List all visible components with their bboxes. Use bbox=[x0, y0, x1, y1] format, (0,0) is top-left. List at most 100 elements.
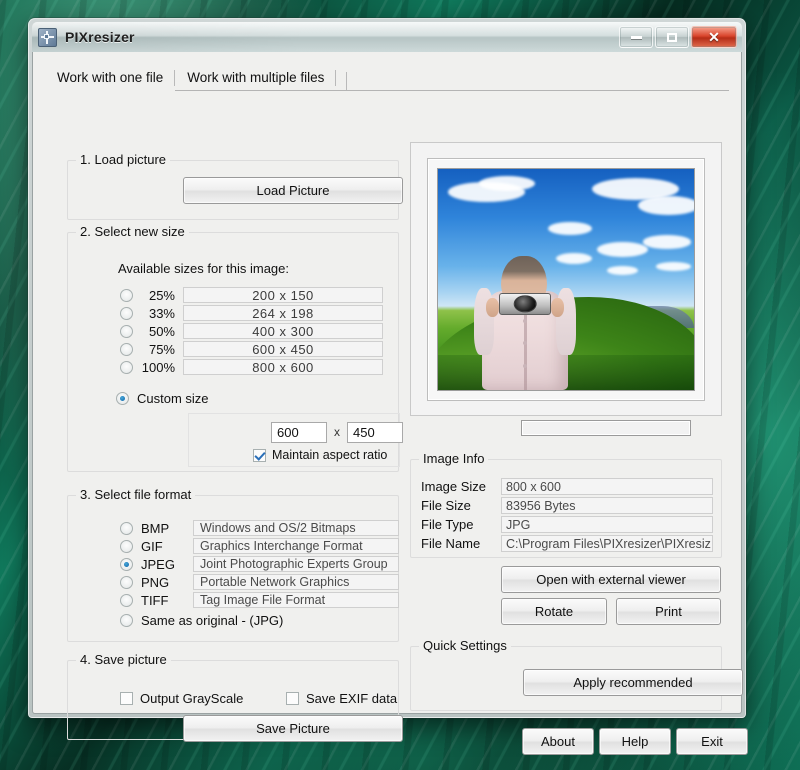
custom-size-radio[interactable] bbox=[116, 392, 129, 405]
save-exif-label: Save EXIF data bbox=[306, 691, 398, 706]
maintain-aspect-ratio-checkbox[interactable] bbox=[253, 448, 266, 462]
quick-settings-group: Quick Settings Apply recommended bbox=[410, 638, 743, 711]
size-preset-percent: 50% bbox=[148, 323, 175, 339]
resize-app-icon bbox=[38, 27, 57, 47]
tab-strip-filler bbox=[336, 72, 348, 90]
format-description: Graphics Interchange Format bbox=[193, 538, 399, 554]
tab-work-with-one-file[interactable]: Work with one file bbox=[45, 67, 176, 91]
size-preset-percent: 25% bbox=[148, 287, 175, 303]
format-row-png[interactable]: PNG Portable Network Graphics bbox=[120, 574, 399, 590]
preview-scrollbar[interactable] bbox=[521, 420, 691, 436]
info-key: File Size bbox=[421, 498, 471, 513]
info-row-file-size: File Size 83956 Bytes bbox=[421, 497, 713, 514]
photographer-figure bbox=[473, 231, 577, 390]
format-row-same-as-original[interactable]: Same as original - (JPG) bbox=[120, 613, 283, 628]
custom-size-label: Custom size bbox=[137, 391, 209, 406]
info-row-image-size: Image Size 800 x 600 bbox=[421, 478, 713, 495]
info-key: File Name bbox=[421, 536, 481, 551]
format-row-gif[interactable]: GIF Graphics Interchange Format bbox=[120, 538, 399, 554]
format-description: Tag Image File Format bbox=[193, 592, 399, 608]
tab-work-with-multiple-files[interactable]: Work with multiple files bbox=[175, 67, 337, 90]
size-preset-percent: 100% bbox=[141, 359, 175, 375]
info-value: 800 x 600 bbox=[501, 478, 713, 495]
maximize-icon bbox=[667, 32, 677, 42]
open-with-external-viewer-button[interactable]: Open with external viewer bbox=[501, 566, 721, 593]
custom-height-input[interactable]: 450 bbox=[347, 422, 403, 443]
size-preset-row-75[interactable]: 75% 600 x 450 bbox=[120, 341, 383, 357]
tab-label: Work with multiple files bbox=[187, 70, 325, 85]
image-preview-photo[interactable] bbox=[437, 168, 695, 391]
size-preset-radio-50[interactable] bbox=[120, 324, 133, 338]
window-title: PIXresizer bbox=[65, 29, 135, 45]
size-preset-radio-33[interactable] bbox=[120, 306, 133, 320]
format-row-jpeg[interactable]: JPEG Joint Photographic Experts Group bbox=[120, 556, 399, 572]
size-preset-radio-100[interactable] bbox=[120, 360, 133, 374]
custom-size-panel: 600 x 450 Maintain aspect ratio bbox=[188, 413, 403, 467]
save-picture-legend: 4. Save picture bbox=[76, 652, 171, 667]
close-icon: ✕ bbox=[708, 29, 720, 45]
format-radio-jpeg[interactable] bbox=[120, 557, 133, 571]
size-preset-row-100[interactable]: 100% 800 x 600 bbox=[120, 359, 383, 375]
format-radio-same-as-original[interactable] bbox=[120, 614, 133, 627]
save-picture-group: 4. Save picture Output GrayScale Save EX… bbox=[67, 652, 403, 742]
format-description: Joint Photographic Experts Group bbox=[193, 556, 399, 572]
info-row-file-name: File Name C:\Program Files\PIXresizer\PI… bbox=[421, 535, 713, 552]
output-grayscale-checkbox[interactable] bbox=[120, 692, 133, 705]
size-preset-value: 600 x 450 bbox=[183, 341, 383, 357]
size-preset-percent: 75% bbox=[148, 341, 175, 357]
load-picture-button[interactable]: Load Picture bbox=[183, 177, 403, 204]
rotate-button[interactable]: Rotate bbox=[501, 598, 607, 625]
size-preset-row-25[interactable]: 25% 200 x 150 bbox=[120, 287, 383, 303]
save-exif-checkbox[interactable] bbox=[286, 692, 299, 705]
size-preset-value: 800 x 600 bbox=[183, 359, 383, 375]
image-preview-frame bbox=[410, 142, 722, 436]
image-info-legend: Image Info bbox=[419, 451, 489, 466]
format-name: PNG bbox=[141, 574, 170, 590]
about-button[interactable]: About bbox=[522, 728, 594, 755]
quick-settings-legend: Quick Settings bbox=[419, 638, 511, 653]
maximize-button[interactable] bbox=[655, 26, 689, 48]
format-description: Windows and OS/2 Bitmaps bbox=[193, 520, 399, 536]
load-picture-group: 1. Load picture Load Picture bbox=[67, 152, 403, 220]
exit-button[interactable]: Exit bbox=[676, 728, 748, 755]
format-same-as-original-label: Same as original - (JPG) bbox=[141, 613, 284, 628]
available-sizes-label: Available sizes for this image: bbox=[118, 261, 290, 276]
format-name: TIFF bbox=[141, 592, 169, 608]
help-button[interactable]: Help bbox=[599, 728, 671, 755]
custom-width-input[interactable]: 600 bbox=[271, 422, 327, 443]
maintain-aspect-ratio-label: Maintain aspect ratio bbox=[272, 448, 388, 462]
print-button[interactable]: Print bbox=[616, 598, 721, 625]
maintain-aspect-ratio-row[interactable]: Maintain aspect ratio bbox=[253, 448, 387, 462]
image-preview-monitor bbox=[427, 158, 705, 401]
format-radio-png[interactable] bbox=[120, 575, 133, 589]
custom-size-row[interactable]: Custom size bbox=[116, 391, 209, 406]
format-radio-bmp[interactable] bbox=[120, 521, 133, 535]
save-exif-row[interactable]: Save EXIF data bbox=[286, 691, 397, 706]
format-name: GIF bbox=[141, 538, 163, 554]
format-row-bmp[interactable]: BMP Windows and OS/2 Bitmaps bbox=[120, 520, 399, 536]
size-preset-row-50[interactable]: 50% 400 x 300 bbox=[120, 323, 383, 339]
window-client-area: Work with one file Work with multiple fi… bbox=[32, 52, 748, 755]
select-new-size-group: 2. Select new size Available sizes for t… bbox=[67, 224, 403, 472]
size-preset-row-33[interactable]: 33% 264 x 198 bbox=[120, 305, 383, 321]
format-description: Portable Network Graphics bbox=[193, 574, 399, 590]
format-radio-tiff[interactable] bbox=[120, 593, 133, 607]
close-button[interactable]: ✕ bbox=[691, 26, 737, 48]
minimize-icon bbox=[630, 35, 642, 39]
info-value: JPG bbox=[501, 516, 713, 533]
info-value: 83956 Bytes bbox=[501, 497, 713, 514]
size-preset-value: 264 x 198 bbox=[183, 305, 383, 321]
info-key: File Type bbox=[421, 517, 474, 532]
output-grayscale-row[interactable]: Output GrayScale bbox=[120, 691, 243, 706]
format-row-tiff[interactable]: TIFF Tag Image File Format bbox=[120, 592, 399, 608]
select-new-size-legend: 2. Select new size bbox=[76, 224, 189, 239]
apply-recommended-button[interactable]: Apply recommended bbox=[523, 669, 743, 696]
minimize-button[interactable] bbox=[619, 26, 653, 48]
title-bar[interactable]: PIXresizer ✕ bbox=[32, 22, 742, 52]
save-picture-button[interactable]: Save Picture bbox=[183, 715, 403, 742]
info-key: Image Size bbox=[421, 479, 487, 494]
size-preset-radio-75[interactable] bbox=[120, 342, 133, 356]
size-preset-radio-25[interactable] bbox=[120, 288, 133, 302]
format-radio-gif[interactable] bbox=[120, 539, 133, 553]
size-preset-value: 200 x 150 bbox=[183, 287, 383, 303]
